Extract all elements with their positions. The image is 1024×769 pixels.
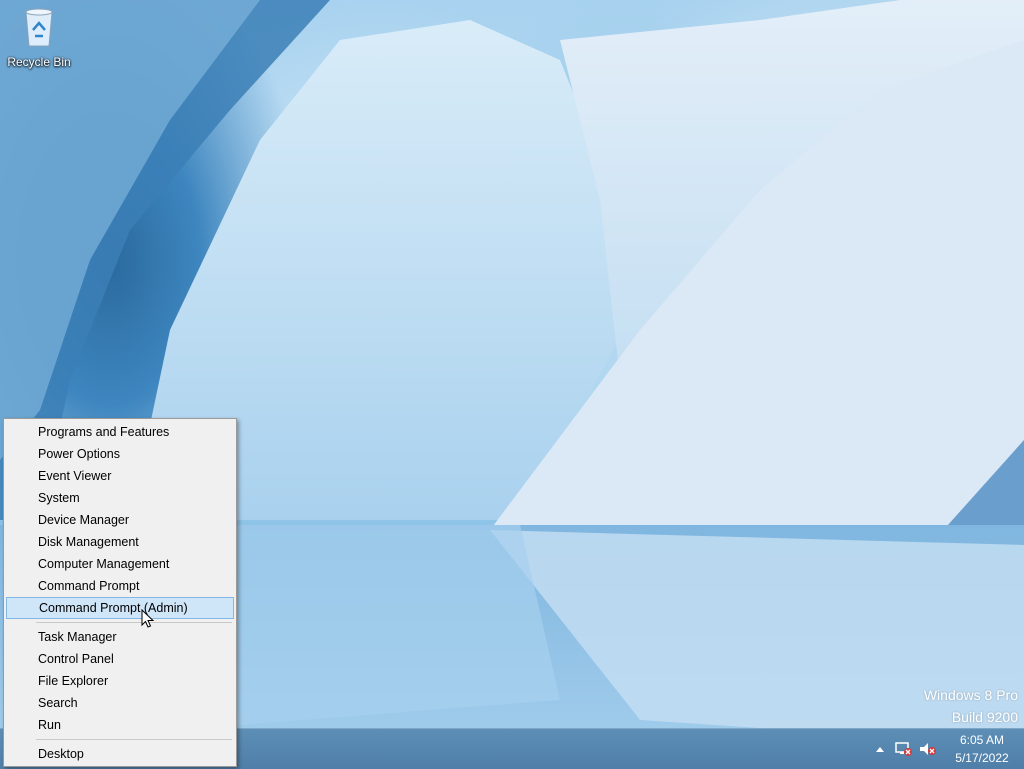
recycle-bin-icon: [25, 8, 53, 47]
menu-item-event-viewer[interactable]: Event Viewer: [6, 465, 234, 487]
menu-item-run[interactable]: Run: [6, 714, 234, 736]
menu-item-desktop[interactable]: Desktop: [6, 743, 234, 765]
menu-item-control-panel[interactable]: Control Panel: [6, 648, 234, 670]
recycle-bin-label: Recycle Bin: [7, 55, 71, 69]
os-watermark: Windows 8 Pro Build 9200: [924, 684, 1018, 728]
chevron-up-icon[interactable]: [868, 729, 892, 769]
mouse-cursor-icon: [141, 609, 155, 628]
recycle-bin-shortcut[interactable]: Recycle Bin: [4, 6, 74, 69]
menu-item-command-prompt-admin[interactable]: Command Prompt (Admin): [6, 597, 234, 619]
network-disconnected-icon[interactable]: [892, 729, 916, 769]
menu-item-search[interactable]: Search: [6, 692, 234, 714]
win-x-context-menu: Programs and Features Power Options Even…: [3, 418, 237, 767]
menu-item-system[interactable]: System: [6, 487, 234, 509]
watermark-build: Build 9200: [951, 709, 1018, 725]
menu-item-task-manager[interactable]: Task Manager: [6, 626, 234, 648]
menu-item-programs-and-features[interactable]: Programs and Features: [6, 421, 234, 443]
clock-date: 5/17/2022: [955, 751, 1009, 765]
clock-time: 6:05 AM: [959, 733, 1005, 747]
menu-item-file-explorer[interactable]: File Explorer: [6, 670, 234, 692]
menu-item-disk-management[interactable]: Disk Management: [6, 531, 234, 553]
volume-muted-icon[interactable]: [916, 729, 940, 769]
taskbar-clock[interactable]: 6:05 AM 5/17/2022: [940, 731, 1024, 767]
watermark-edition: Windows 8 Pro: [923, 687, 1018, 703]
menu-separator: [36, 739, 232, 740]
menu-item-power-options[interactable]: Power Options: [6, 443, 234, 465]
system-tray: 6:05 AM 5/17/2022: [868, 729, 1024, 769]
menu-item-computer-management[interactable]: Computer Management: [6, 553, 234, 575]
menu-item-device-manager[interactable]: Device Manager: [6, 509, 234, 531]
menu-item-command-prompt[interactable]: Command Prompt: [6, 575, 234, 597]
menu-separator: [36, 622, 232, 623]
